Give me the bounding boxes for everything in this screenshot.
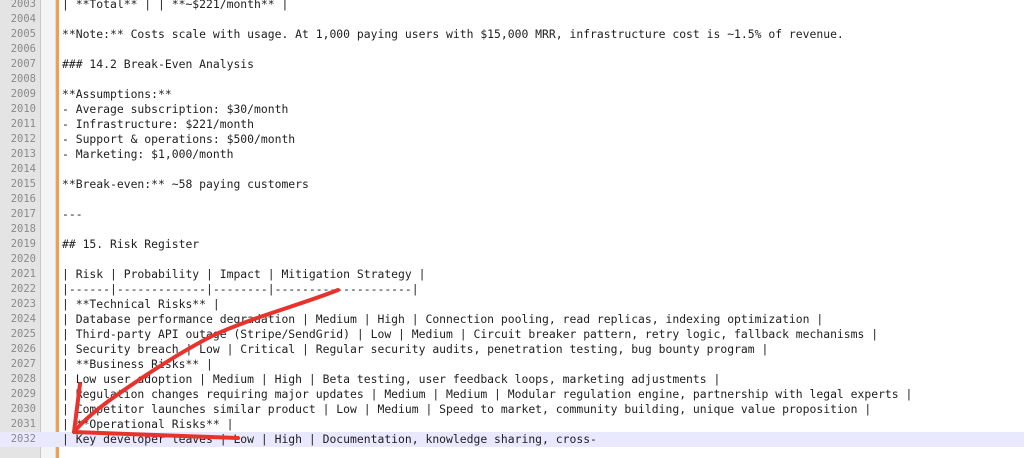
line-text: | Key developer leaves | Low | High | Do… <box>62 432 597 446</box>
line-number: 2032 <box>10 433 36 445</box>
code-line[interactable]: 2031 | **Operational Risks** | <box>0 417 1024 432</box>
line-text: | Third-party API outage (Stripe/SendGri… <box>62 327 879 341</box>
line-number: 2027 <box>10 358 36 370</box>
line-number: 2014 <box>10 163 36 175</box>
line-text: ## 15. Risk Register <box>62 237 200 251</box>
line-number: 2021 <box>10 268 36 280</box>
line-number: 2025 <box>10 328 36 340</box>
code-line[interactable]: 2014 <box>0 162 1024 177</box>
line-number: 2023 <box>10 298 36 310</box>
line-number: 2028 <box>10 373 36 385</box>
line-number: 2019 <box>10 238 36 250</box>
line-number: 2024 <box>10 313 36 325</box>
line-number: 2010 <box>10 103 36 115</box>
line-number: 2017 <box>10 208 36 220</box>
line-number: 2008 <box>10 73 36 85</box>
line-number: 2016 <box>10 193 36 205</box>
line-text: | **Business Risks** | <box>62 357 213 371</box>
line-text: |------|-------------|--------|---------… <box>62 282 419 296</box>
code-line[interactable]: 2004 <box>0 12 1024 27</box>
line-number: 2011 <box>10 118 36 130</box>
code-line[interactable]: 2027 | **Business Risks** | <box>0 357 1024 372</box>
current-code-line[interactable]: 2032 | Key developer leaves | Low | High … <box>0 432 1024 447</box>
line-text: **Note:** Costs scale with usage. At 1,0… <box>62 27 844 41</box>
code-line[interactable]: 2022 |------|-------------|--------|-----… <box>0 282 1024 297</box>
line-number: 2015 <box>10 178 36 190</box>
code-line[interactable]: 2009 **Assumptions:** <box>0 87 1024 102</box>
code-line[interactable]: 2005 **Note:** Costs scale with usage. At… <box>0 27 1024 42</box>
line-number: 2004 <box>10 13 36 25</box>
line-text: | Risk | Probability | Impact | Mitigati… <box>62 267 426 281</box>
line-number: 2018 <box>10 223 36 235</box>
code-line[interactable]: 2013 - Marketing: $1,000/month <box>0 147 1024 162</box>
line-text: | **Technical Risks** | <box>62 297 220 311</box>
code-line[interactable]: 2021 | Risk | Probability | Impact | Miti… <box>0 267 1024 282</box>
code-line[interactable]: 2029 | Regulation changes requiring major… <box>0 387 1024 402</box>
line-number: 2029 <box>10 388 36 400</box>
line-text: | Competitor launches similar product | … <box>62 402 872 416</box>
line-text: - Average subscription: $30/month <box>62 102 289 116</box>
code-lines[interactable]: 2003 | **Total** | | **~$221/month** | 20… <box>0 0 1024 447</box>
line-number: 2013 <box>10 148 36 160</box>
code-line[interactable]: 2012 - Support & operations: $500/month <box>0 132 1024 147</box>
code-line[interactable]: 2020 <box>0 252 1024 267</box>
line-text: | **Operational Risks** | <box>62 417 234 431</box>
text-editor[interactable]: 2003 | **Total** | | **~$221/month** | 20… <box>0 0 1024 458</box>
code-line[interactable]: 2028 | Low user adoption | Medium | High … <box>0 372 1024 387</box>
line-text: | Regulation changes requiring major upd… <box>62 387 913 401</box>
line-number: 2005 <box>10 28 36 40</box>
line-text: - Support & operations: $500/month <box>62 132 296 146</box>
code-line[interactable]: 2026 | Security breach | Low | Critical |… <box>0 342 1024 357</box>
line-number: 2022 <box>10 283 36 295</box>
line-text: | Database performance degradation | Med… <box>62 312 824 326</box>
code-line[interactable]: 2030 | Competitor launches similar produc… <box>0 402 1024 417</box>
line-number: 2020 <box>10 253 36 265</box>
code-line[interactable]: 2019 ## 15. Risk Register <box>0 237 1024 252</box>
code-line[interactable]: 2025 | Third-party API outage (Stripe/Sen… <box>0 327 1024 342</box>
code-line[interactable]: 2003 | **Total** | | **~$221/month** | <box>0 0 1024 12</box>
line-text: - Marketing: $1,000/month <box>62 147 234 161</box>
line-text: | **Total** | | **~$221/month** | <box>62 0 289 11</box>
code-line[interactable]: 2017 --- <box>0 207 1024 222</box>
code-line[interactable]: 2018 <box>0 222 1024 237</box>
line-text: - Infrastructure: $221/month <box>62 117 255 131</box>
line-number: 2031 <box>10 418 36 430</box>
line-text: ### 14.2 Break-Even Analysis <box>62 57 255 71</box>
line-text: | Security breach | Low | Critical | Reg… <box>62 342 769 356</box>
code-line[interactable]: 2016 <box>0 192 1024 207</box>
line-number: 2003 <box>10 0 36 10</box>
line-number: 2030 <box>10 403 36 415</box>
code-line[interactable]: 2024 | Database performance degradation |… <box>0 312 1024 327</box>
code-line[interactable]: 2011 - Infrastructure: $221/month <box>0 117 1024 132</box>
code-line[interactable]: 2015 **Break-even:** ~58 paying customers <box>0 177 1024 192</box>
line-text: **Assumptions:** <box>62 87 172 101</box>
code-line[interactable]: 2023 | **Technical Risks** | <box>0 297 1024 312</box>
line-number: 2006 <box>10 43 36 55</box>
line-number: 2009 <box>10 88 36 100</box>
line-number: 2026 <box>10 343 36 355</box>
line-number: 2012 <box>10 133 36 145</box>
code-line[interactable]: 2006 <box>0 42 1024 57</box>
code-line[interactable]: 2010 - Average subscription: $30/month <box>0 102 1024 117</box>
line-text: **Break-even:** ~58 paying customers <box>62 177 309 191</box>
line-text: --- <box>62 207 83 221</box>
code-line[interactable]: 2007 ### 14.2 Break-Even Analysis <box>0 57 1024 72</box>
line-text: | Low user adoption | Medium | High | Be… <box>62 372 721 386</box>
line-number: 2007 <box>10 58 36 70</box>
code-line[interactable]: 2008 <box>0 72 1024 87</box>
